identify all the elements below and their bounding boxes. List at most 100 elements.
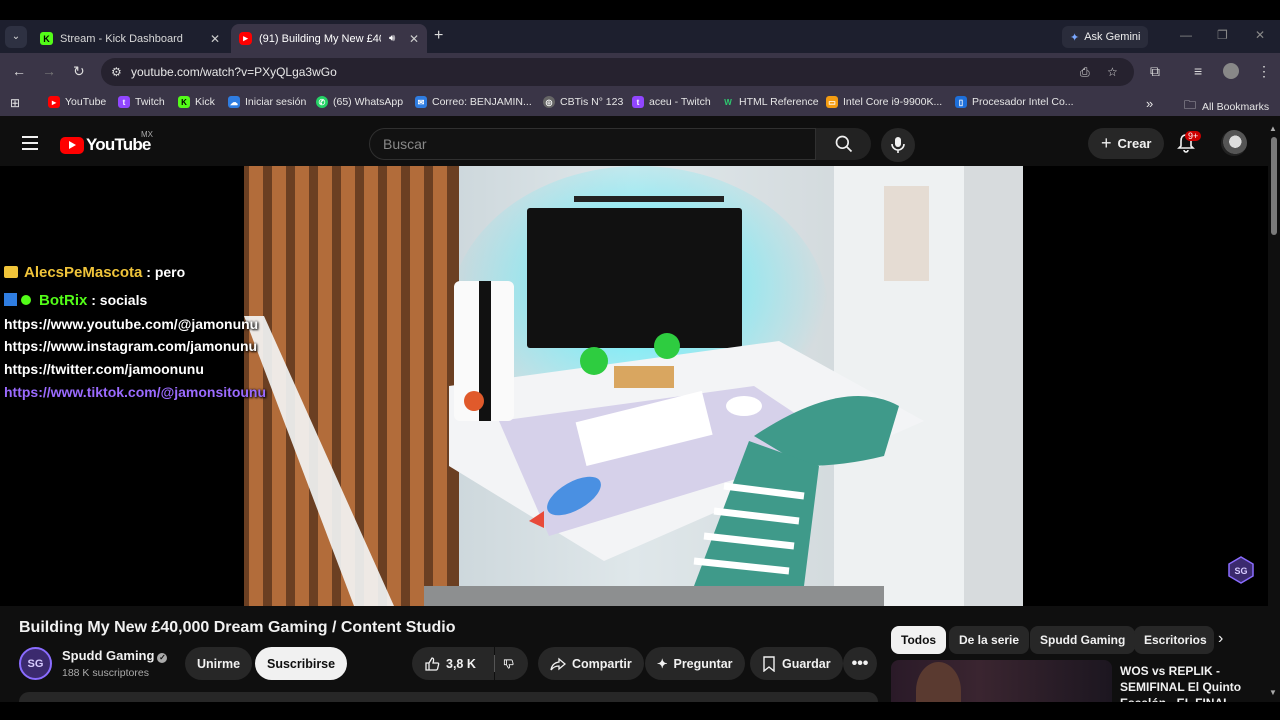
back-button[interactable]: ← (12, 63, 26, 79)
forward-button[interactable]: → (42, 63, 56, 79)
bookmark-icon (763, 655, 775, 672)
chevron-right-icon[interactable]: › (1218, 630, 1223, 648)
notification-badge: 9+ (1185, 131, 1202, 141)
bottom-strip (0, 702, 1280, 720)
youtube-icon: ▸ (48, 96, 60, 108)
new-tab-button[interactable]: + (434, 27, 443, 45)
close-window-button[interactable]: ✕ (1255, 28, 1265, 42)
media-controls-icon[interactable]: ≡ (1194, 63, 1202, 79)
browser-toolbar: ← → ↻ ⚙︎ youtube.com/watch?v=PXyQLga3wGo… (0, 53, 1280, 91)
chat-link: https://www.tiktok.com/@jamonsitounu (4, 384, 267, 400)
chip-desks[interactable]: Escritorios (1134, 626, 1214, 654)
channel-avatar[interactable]: SG (19, 647, 52, 680)
extensions-icon[interactable]: ⧉ (1150, 63, 1160, 80)
sparkle-icon: ✦ (657, 657, 668, 671)
close-tab-icon[interactable]: ✕ (210, 32, 220, 46)
verified-badge-icon (21, 295, 31, 305)
video-title: Building My New £40,000 Dream Gaming / C… (19, 619, 456, 636)
store-icon: ▭ (826, 96, 838, 108)
restore-button[interactable]: ❐ (1217, 28, 1228, 42)
install-app-icon[interactable]: ⎙ (1080, 65, 1090, 80)
dislike-button[interactable] (495, 647, 528, 680)
more-bookmarks-icon[interactable]: » (1146, 96, 1153, 111)
account-avatar[interactable] (1221, 130, 1247, 156)
reload-button[interactable]: ↻ (73, 63, 85, 80)
apps-grid-icon[interactable]: ⊞ (10, 96, 20, 110)
bookmark-whatsapp[interactable]: ✆ (65) WhatsApp (316, 96, 403, 108)
browser-menu-icon[interactable]: ⋮ (1257, 63, 1271, 80)
all-bookmarks-button[interactable]: 🗀 All Bookmarks (1184, 96, 1269, 117)
chat-link: https://www.youtube.com/@jamonunu (4, 316, 259, 332)
top-strip (0, 0, 1280, 20)
kick-icon: K (40, 32, 53, 45)
video-frame[interactable] (244, 166, 1023, 606)
bookmark-html-reference[interactable]: W HTML Reference (722, 96, 818, 108)
thumbs-up-icon (425, 656, 440, 671)
bookmark-kick[interactable]: K Kick (178, 96, 215, 108)
mail-icon: ✉ (415, 96, 427, 108)
close-tab-icon[interactable]: ✕ (409, 32, 419, 46)
save-button[interactable]: Guardar (750, 647, 843, 680)
whatsapp-icon: ✆ (316, 96, 328, 108)
scroll-up-arrow[interactable]: ▲ (1269, 124, 1277, 133)
bookmark-intel-i9[interactable]: ▭ Intel Core i9-9900K... (826, 96, 942, 108)
chat-message: BotRix : socials (4, 292, 147, 309)
chat-message: AlecsPeMascota : pero (4, 264, 185, 281)
ask-button[interactable]: ✦ Preguntar (645, 647, 745, 680)
youtube-header: YouTube MX Buscar + Crear 9+ (0, 121, 1268, 166)
bookmark-youtube[interactable]: ▸ YouTube (48, 96, 106, 108)
gemini-icon: ✦ (1070, 31, 1080, 44)
bookmark-aceu-twitch[interactable]: t aceu - Twitch (632, 96, 711, 108)
search-button[interactable] (816, 128, 871, 160)
subscribe-button[interactable]: Suscribirse (255, 647, 348, 680)
intel-icon: ▯ (955, 96, 967, 108)
channel-watermark-icon[interactable]: SG (1228, 556, 1254, 584)
twitch-icon: t (118, 96, 130, 108)
youtube-logo[interactable]: YouTube (60, 135, 151, 155)
chat-link: https://www.instagram.com/jamonunu (4, 338, 258, 354)
channel-name[interactable]: Spudd Gaming ✓ (62, 648, 168, 663)
profile-avatar[interactable] (1223, 63, 1239, 79)
scrollbar-thumb[interactable] (1271, 137, 1277, 235)
w3-icon: W (724, 97, 732, 107)
ask-gemini-button[interactable]: ✦ Ask Gemini (1062, 26, 1149, 48)
search-input[interactable]: Buscar (369, 128, 816, 160)
address-bar[interactable]: ⚙︎ youtube.com/watch?v=PXyQLga3wGo ⎙ ☆ (101, 58, 1134, 86)
audio-playing-icon[interactable]: 🔊︎ (389, 33, 395, 44)
like-button[interactable]: 3,8 K (412, 647, 494, 680)
search-icon (835, 135, 852, 153)
bot-badge-icon (4, 293, 17, 306)
microphone-icon (891, 137, 905, 153)
site-info-icon[interactable]: ⚙︎ (111, 65, 122, 79)
create-button[interactable]: + Crear (1088, 128, 1165, 159)
svg-text:SG: SG (1234, 566, 1247, 576)
chip-all[interactable]: Todos (891, 626, 947, 654)
share-button[interactable]: Compartir (538, 647, 644, 680)
bookmark-login[interactable]: ☁ Iniciar sesión (228, 96, 306, 108)
bookmark-cbtis[interactable]: ◎ CBTis N° 123 (543, 96, 623, 108)
globe-icon: ◎ (543, 96, 555, 108)
thumbs-down-icon (503, 658, 514, 669)
minimize-button[interactable]: — (1180, 28, 1192, 42)
chip-series[interactable]: De la serie (949, 626, 1030, 654)
crown-badge-icon (4, 266, 18, 278)
chat-link: https://twitter.com/jamoonunu (4, 361, 204, 377)
bookmark-star-icon[interactable]: ☆ (1107, 65, 1118, 79)
chip-channel[interactable]: Spudd Gaming (1030, 626, 1136, 654)
recommended-video-title[interactable]: WOS vs REPLIK - SEMIFINAL El Quinto Esca… (1120, 663, 1260, 703)
tab-search-button[interactable]: ⌄ (5, 25, 27, 48)
bookmark-mail[interactable]: ✉ Correo: BENJAMIN... (415, 96, 532, 108)
twitch-icon: t (632, 96, 644, 108)
menu-icon[interactable] (22, 136, 38, 154)
bookmark-twitch[interactable]: t Twitch (118, 96, 165, 108)
scroll-down-arrow[interactable]: ▼ (1269, 688, 1277, 697)
tab-youtube-video[interactable]: ▸ (91) Building My New £40,0 🔊︎ ✕ (231, 24, 427, 53)
voice-search-button[interactable] (881, 128, 915, 162)
bookmark-intel-processor[interactable]: ▯ Procesador Intel Co... (955, 96, 1074, 108)
tab-kick-dashboard[interactable]: K Stream - Kick Dashboard ✕ (32, 24, 228, 53)
login-icon: ☁ (228, 96, 240, 108)
more-actions-icon[interactable]: ••• (843, 647, 877, 680)
folder-icon: 🗀 (1184, 98, 1197, 112)
join-button[interactable]: Unirme (185, 647, 253, 680)
subscriber-count: 188 K suscriptores (62, 667, 149, 679)
